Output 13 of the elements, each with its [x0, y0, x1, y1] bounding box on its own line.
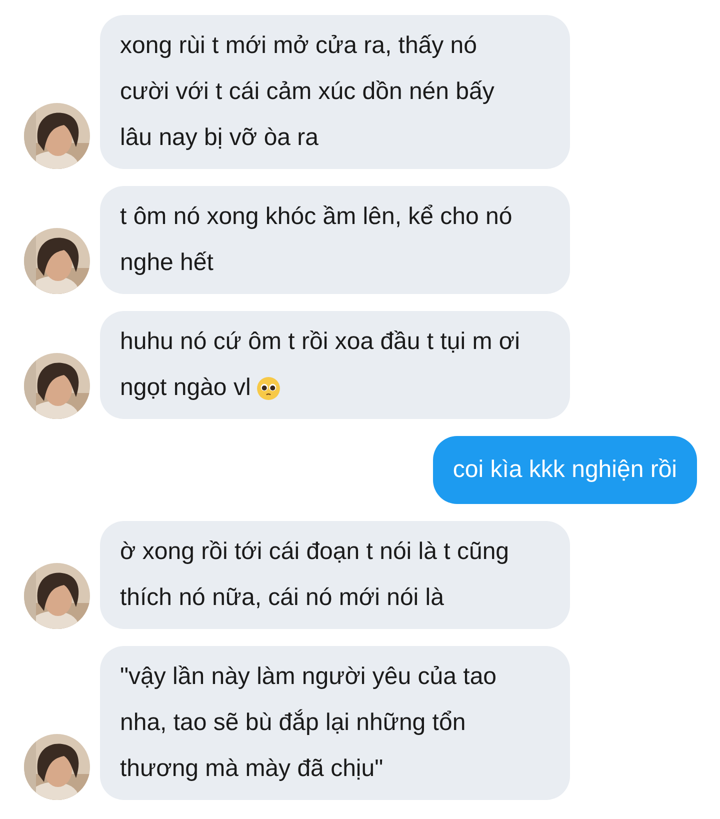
message-text-line: coi kìa kkk nghiện rồi — [452, 455, 677, 485]
message-text-line: thích nó nữa, cái nó mới nói là — [120, 583, 444, 613]
message-text-line: xong rùi t mới mở cửa ra, thấy nó — [120, 31, 477, 61]
message-text-line: lâu nay bị vỡ òa ra — [120, 123, 319, 153]
message-text-line: nha, tao sẽ bù đắp lại những tổn — [120, 708, 466, 738]
message-text-line: thương mà mày đã chịu" — [120, 754, 384, 784]
message-text-line: nghe hết — [120, 248, 214, 278]
message-text-line: cười với t cái cảm xúc dồn nén bấy — [120, 77, 494, 107]
message-text-line: "vậy lần này làm người yêu của tao — [120, 662, 497, 692]
message-text-line: huhu nó cứ ôm t rồi xoa đầu t tụi m ơi — [120, 327, 520, 357]
message-text-line: ờ xong rồi tới cái đoạn t nói là t cũng — [120, 537, 510, 567]
message-text-line: t ôm nó xong khóc ầm lên, kể cho nó — [120, 202, 512, 232]
message-text-line: ngọt ngào vl — [120, 373, 251, 403]
